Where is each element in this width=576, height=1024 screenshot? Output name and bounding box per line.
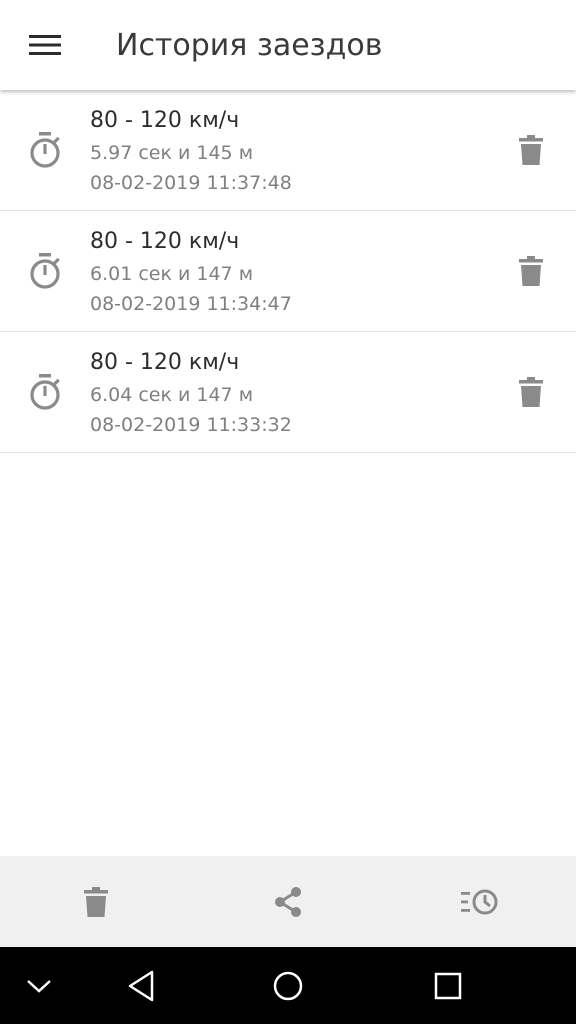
share-icon: [275, 887, 301, 917]
trash-icon: [84, 887, 108, 917]
delete-run-button[interactable]: [506, 128, 556, 172]
home-button[interactable]: [261, 959, 315, 1013]
run-result: 6.01 сек и 147 м: [90, 263, 254, 285]
back-button[interactable]: [114, 959, 168, 1013]
system-navigation-bar: [0, 947, 576, 1024]
run-result: 6.04 сек и 147 м: [90, 384, 254, 406]
run-date: 08-02-2019 11:37:48: [90, 172, 292, 194]
run-speed-range: 80 - 120 км/ч: [90, 108, 240, 133]
app-bar: История заездов: [0, 0, 576, 90]
history-button[interactable]: [454, 876, 506, 928]
delete-all-button[interactable]: [70, 876, 122, 928]
list-item[interactable]: 80 - 120 км/ч 5.97 сек и 145 м 08-02-201…: [0, 90, 576, 211]
trash-icon: [519, 256, 543, 286]
run-date: 08-02-2019 11:34:47: [90, 293, 292, 315]
share-button[interactable]: [262, 876, 314, 928]
run-date: 08-02-2019 11:33:32: [90, 414, 292, 436]
stopwatch-icon: [30, 253, 60, 289]
chevron-down-icon: [27, 980, 51, 993]
hide-nav-button[interactable]: [12, 959, 66, 1013]
stopwatch-icon: [30, 374, 60, 410]
hamburger-menu-icon: [29, 35, 61, 55]
list-item[interactable]: 80 - 120 км/ч 6.01 сек и 147 м 08-02-201…: [0, 211, 576, 332]
home-icon: [273, 971, 303, 1001]
recents-icon: [434, 972, 462, 1000]
trash-icon: [519, 135, 543, 165]
run-speed-range: 80 - 120 км/ч: [90, 350, 240, 375]
page-title: История заездов: [116, 28, 383, 63]
list-item[interactable]: 80 - 120 км/ч 6.04 сек и 147 м 08-02-201…: [0, 332, 576, 453]
recents-button[interactable]: [421, 959, 475, 1013]
runs-list: 80 - 120 км/ч 5.97 сек и 145 м 08-02-201…: [0, 90, 576, 453]
run-speed-range: 80 - 120 км/ч: [90, 229, 240, 254]
bottom-toolbar: [0, 856, 576, 947]
menu-button[interactable]: [14, 14, 76, 76]
trash-icon: [519, 377, 543, 407]
delete-run-button[interactable]: [506, 370, 556, 414]
run-result: 5.97 сек и 145 м: [90, 142, 254, 164]
history-icon: [461, 889, 498, 915]
stopwatch-icon: [30, 132, 60, 168]
delete-run-button[interactable]: [506, 249, 556, 293]
back-icon: [128, 970, 154, 1002]
